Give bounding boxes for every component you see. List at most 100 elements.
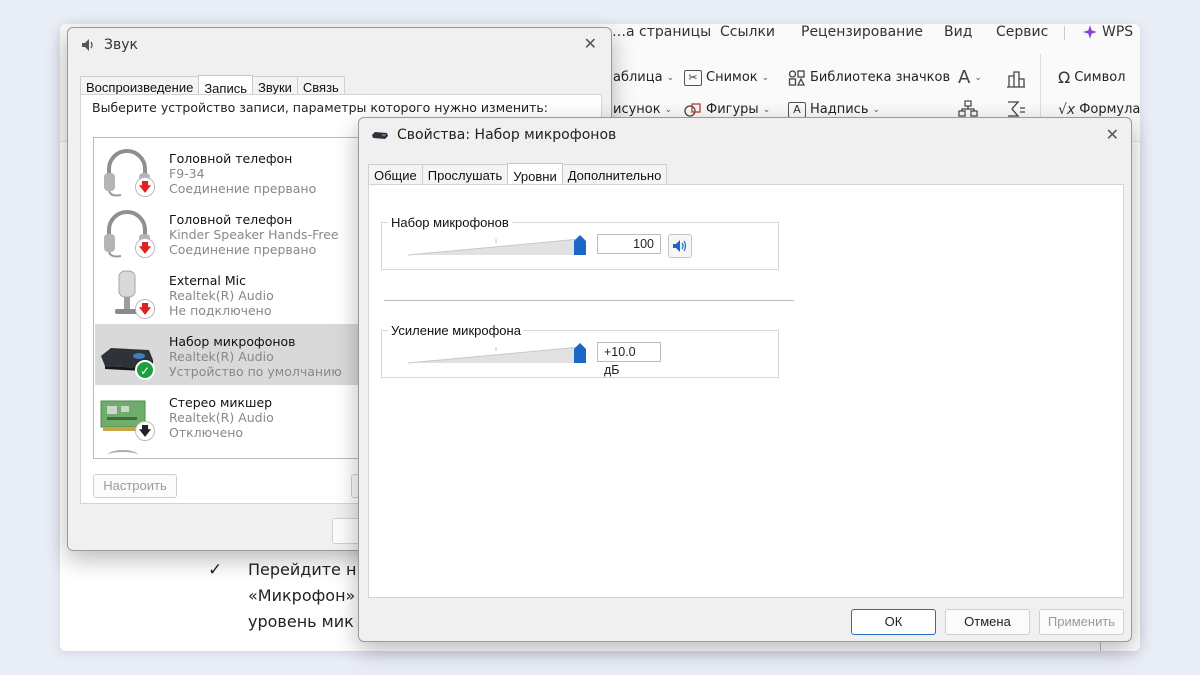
- mic-level-thumb[interactable]: [574, 235, 586, 255]
- properties-titlebar: Свойства: Набор микрофонов ✕: [359, 118, 1131, 152]
- symbol-label: Символ: [1074, 70, 1126, 85]
- device-line1: Realtek(R) Audio: [169, 288, 274, 303]
- device-status: Соединение прервано: [169, 242, 317, 257]
- chart-button[interactable]: [1006, 70, 1026, 88]
- properties-dialog: Свойства: Набор микрофонов ✕ Общие Просл…: [358, 117, 1132, 642]
- shapes-label: Фигуры: [706, 102, 759, 117]
- tab-listen[interactable]: Прослушать: [421, 164, 509, 186]
- properties-title: Свойства: Набор микрофонов: [397, 127, 617, 143]
- levels-panel: Набор микрофонов 100 Усиление микрофона: [368, 184, 1124, 598]
- chevron-down-icon: ⌄: [762, 105, 771, 115]
- speaker-volume-icon: [673, 240, 687, 252]
- icon-library-button[interactable]: Библиотека значков: [788, 70, 950, 86]
- unplugged-badge-icon: 🡇: [135, 299, 155, 319]
- mic-level-slider[interactable]: [408, 235, 590, 257]
- omega-icon: Ω: [1058, 68, 1071, 87]
- chart-icon: [1007, 71, 1025, 88]
- doc-line: «Микрофон»: [248, 586, 356, 605]
- device-name: Набор микрофонов: [169, 334, 296, 349]
- mic-boost-group: Усиление микрофона +10.0 дБ: [381, 324, 779, 378]
- device-line1: F9-34: [169, 166, 205, 181]
- device-list[interactable]: 🡇 Головной телефон F9-34 Соединение прер…: [93, 137, 363, 459]
- list-item[interactable]: 🡇 Головной телефон F9-34 Соединение прер…: [95, 141, 360, 202]
- chevron-down-icon: ⌄: [974, 73, 982, 83]
- sound-title: Звук: [104, 37, 138, 53]
- chevron-down-icon: ⌄: [664, 105, 673, 115]
- device-name: External Mic: [169, 273, 246, 288]
- cancel-button[interactable]: Отмена: [945, 609, 1030, 635]
- ok-button[interactable]: ОК: [851, 609, 936, 635]
- partial-item-icon: [108, 450, 138, 458]
- snapshot-button[interactable]: ✂ Снимок ⌄: [684, 70, 769, 86]
- caption-label: Надпись: [810, 102, 869, 117]
- tab-references[interactable]: Ссылки: [720, 24, 775, 40]
- mute-button[interactable]: [668, 234, 692, 258]
- icon-library-label: Библиотека значков: [810, 70, 951, 85]
- sound-titlebar: Звук ✕: [68, 28, 611, 62]
- device-name: Стерео микшер: [169, 395, 273, 410]
- snapshot-icon: ✂: [684, 70, 702, 86]
- checkmark-icon: ✓: [208, 560, 223, 580]
- device-line1: Kinder Speaker Hands-Free: [169, 227, 339, 242]
- apply-button[interactable]: Применить: [1039, 609, 1124, 635]
- device-name: Головной телефон: [169, 151, 293, 166]
- formula-button[interactable]: √x Формула: [1058, 102, 1140, 118]
- tab-service[interactable]: Сервис: [996, 24, 1048, 40]
- mic-level-value[interactable]: 100: [597, 234, 661, 254]
- configure-button[interactable]: Настроить: [93, 474, 177, 498]
- mic-boost-value[interactable]: +10.0 дБ: [597, 342, 661, 377]
- doc-line: Перейдите н: [248, 560, 357, 579]
- device-line1: Realtek(R) Audio: [169, 349, 274, 364]
- mic-array-icon: [372, 132, 388, 139]
- text-box-icon: A: [788, 102, 806, 118]
- shapes-button[interactable]: Фигуры ⌄: [684, 102, 770, 118]
- tab-general[interactable]: Общие: [368, 164, 423, 186]
- device-status: Соединение прервано: [169, 181, 317, 196]
- disabled-badge-icon: 🡇: [135, 421, 155, 441]
- tab-page-layout[interactable]: …а страницы: [612, 24, 711, 40]
- caption-button[interactable]: A Надпись ⌄: [788, 102, 880, 118]
- separator: [384, 300, 794, 301]
- symbol-button[interactable]: Ω Символ: [1058, 70, 1126, 86]
- sort-icon: [1008, 101, 1025, 117]
- smartart-icon: [958, 100, 978, 117]
- tab-wps[interactable]: WPS: [1082, 24, 1133, 40]
- formula-icon: √x: [1058, 102, 1076, 118]
- chevron-down-icon: ⌄: [872, 105, 881, 115]
- wordart-icon: A: [958, 67, 971, 88]
- tab-wps-label: WPS: [1102, 24, 1134, 40]
- properties-tabs: Общие Прослушать Уровни Дополнительно: [368, 162, 668, 187]
- chevron-down-icon: ⌄: [666, 73, 675, 83]
- formula-label: Формула: [1079, 102, 1140, 117]
- mic-level-label: Набор микрофонов: [388, 216, 512, 230]
- disconnected-badge-icon: 🡇: [135, 238, 155, 258]
- mic-boost-thumb[interactable]: [574, 343, 586, 363]
- doc-line: уровень мик: [248, 612, 354, 631]
- chevron-down-icon: ⌄: [761, 73, 770, 83]
- list-item[interactable]: 🡇 Стерео микшер Realtek(R) Audio Отключе…: [95, 385, 360, 446]
- device-status: Не подключено: [169, 303, 272, 318]
- list-item[interactable]: 🡇 External Mic Realtek(R) Audio Не подкл…: [95, 263, 360, 324]
- smartart-button[interactable]: [958, 100, 978, 118]
- icons-grid-icon: [788, 70, 806, 86]
- device-status: Устройство по умолчанию: [169, 364, 342, 379]
- tab-view[interactable]: Вид: [944, 24, 972, 40]
- mic-boost-slider[interactable]: [408, 343, 590, 365]
- sort-button[interactable]: [1006, 100, 1026, 118]
- wps-icon: [1083, 25, 1097, 39]
- list-item[interactable]: 🡇 Головной телефон Kinder Speaker Hands-…: [95, 202, 360, 263]
- close-icon[interactable]: ✕: [584, 36, 597, 52]
- tab-review[interactable]: Рецензирование: [801, 24, 923, 40]
- device-status: Отключено: [169, 425, 244, 440]
- default-check-icon: ✓: [135, 360, 155, 380]
- wordart-button[interactable]: A ⌄: [958, 67, 982, 88]
- mic-boost-label: Усиление микрофона: [388, 324, 524, 338]
- list-item-selected[interactable]: ✓ Набор микрофонов Realtek(R) Audio Устр…: [95, 324, 360, 385]
- snapshot-label: Снимок: [706, 70, 758, 85]
- mic-level-group: Набор микрофонов 100: [381, 216, 779, 270]
- device-line1: Realtek(R) Audio: [169, 410, 274, 425]
- disconnected-badge-icon: 🡇: [135, 177, 155, 197]
- instruction-text: Выберите устройство записи, параметры ко…: [92, 100, 548, 115]
- tab-advanced[interactable]: Дополнительно: [561, 164, 668, 186]
- close-icon[interactable]: ✕: [1106, 127, 1119, 143]
